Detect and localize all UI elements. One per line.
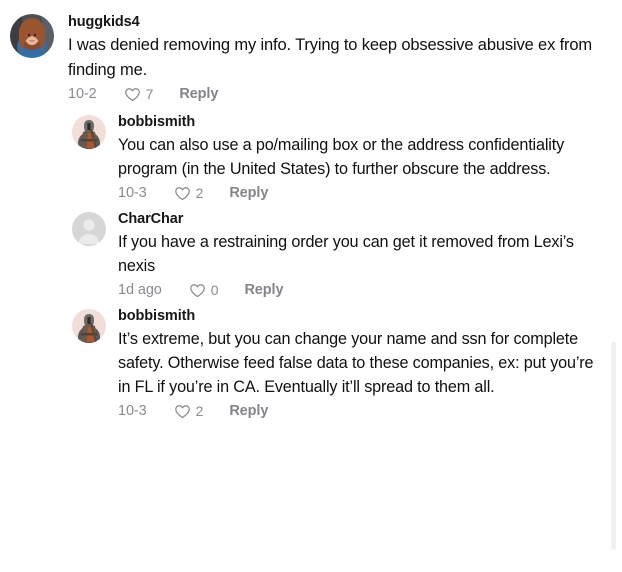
- heart-outline-icon: [174, 403, 191, 420]
- comment-meta: 10-3 2 Reply: [118, 184, 604, 201]
- like-count: 2: [195, 402, 204, 419]
- comment-date: 10-2: [68, 85, 97, 102]
- like-count: 7: [145, 85, 154, 102]
- comment-date: 10-3: [118, 184, 147, 201]
- reply-button[interactable]: Reply: [244, 282, 283, 298]
- comment-meta: 1d ago 0 Reply: [118, 281, 604, 298]
- comment-date: 10-3: [118, 402, 147, 419]
- reply-button[interactable]: Reply: [229, 185, 268, 201]
- heart-outline-icon: [124, 86, 141, 103]
- avatar[interactable]: [72, 115, 106, 149]
- like-count: 0: [210, 281, 219, 298]
- avatar-photo-woman-icon: [10, 14, 54, 58]
- comment-body: bobbismith It’s extreme, but you can cha…: [118, 306, 604, 419]
- scrollbar-track[interactable]: [611, 0, 619, 572]
- like-button[interactable]: 7: [124, 85, 154, 103]
- comment-item: bobbismith It’s extreme, but you can cha…: [10, 306, 604, 419]
- like-button[interactable]: 0: [189, 281, 219, 298]
- comment-item: huggkids4 I was denied removing my info.…: [10, 12, 604, 102]
- comment-item: bobbismith You can also use a po/mailing…: [10, 112, 604, 201]
- comment-thread: huggkids4 I was denied removing my info.…: [0, 0, 622, 572]
- reply-button[interactable]: Reply: [229, 403, 268, 419]
- scrollbar-thumb[interactable]: [611, 342, 616, 550]
- comment-username[interactable]: huggkids4: [68, 12, 604, 32]
- avatar-photo-knight-icon: [72, 115, 106, 149]
- avatar-photo-knight-icon: [72, 309, 106, 343]
- comment-meta: 10-3 2 Reply: [118, 402, 604, 419]
- like-count: 2: [195, 184, 204, 201]
- comment-username[interactable]: bobbismith: [118, 112, 604, 132]
- comment-body: CharChar If you have a restraining order…: [118, 209, 604, 298]
- comment-text: You can also use a po/mailing box or the…: [118, 136, 569, 178]
- avatar[interactable]: [72, 309, 106, 343]
- comment-username[interactable]: bobbismith: [118, 306, 604, 326]
- comment-text: It’s extreme, but you can change your na…: [118, 330, 598, 396]
- heart-outline-icon: [174, 185, 191, 202]
- comment-body: huggkids4 I was denied removing my info.…: [68, 12, 604, 102]
- comment-username[interactable]: CharChar: [118, 209, 604, 229]
- heart-outline-icon: [189, 282, 206, 299]
- comment-meta: 10-2 7 Reply: [68, 85, 604, 102]
- comment-text: I was denied removing my info. Trying to…: [68, 36, 597, 79]
- like-button[interactable]: 2: [174, 184, 204, 202]
- comment-item: CharChar If you have a restraining order…: [10, 209, 604, 298]
- like-button[interactable]: 2: [174, 402, 204, 420]
- reply-button[interactable]: Reply: [179, 86, 218, 102]
- comment-text: If you have a restraining order you can …: [118, 233, 579, 275]
- comment-body: bobbismith You can also use a po/mailing…: [118, 112, 604, 201]
- avatar[interactable]: [72, 212, 106, 246]
- avatar[interactable]: [10, 14, 54, 58]
- person-avatar-icon: [72, 212, 106, 246]
- comment-date: 1d ago: [118, 281, 162, 298]
